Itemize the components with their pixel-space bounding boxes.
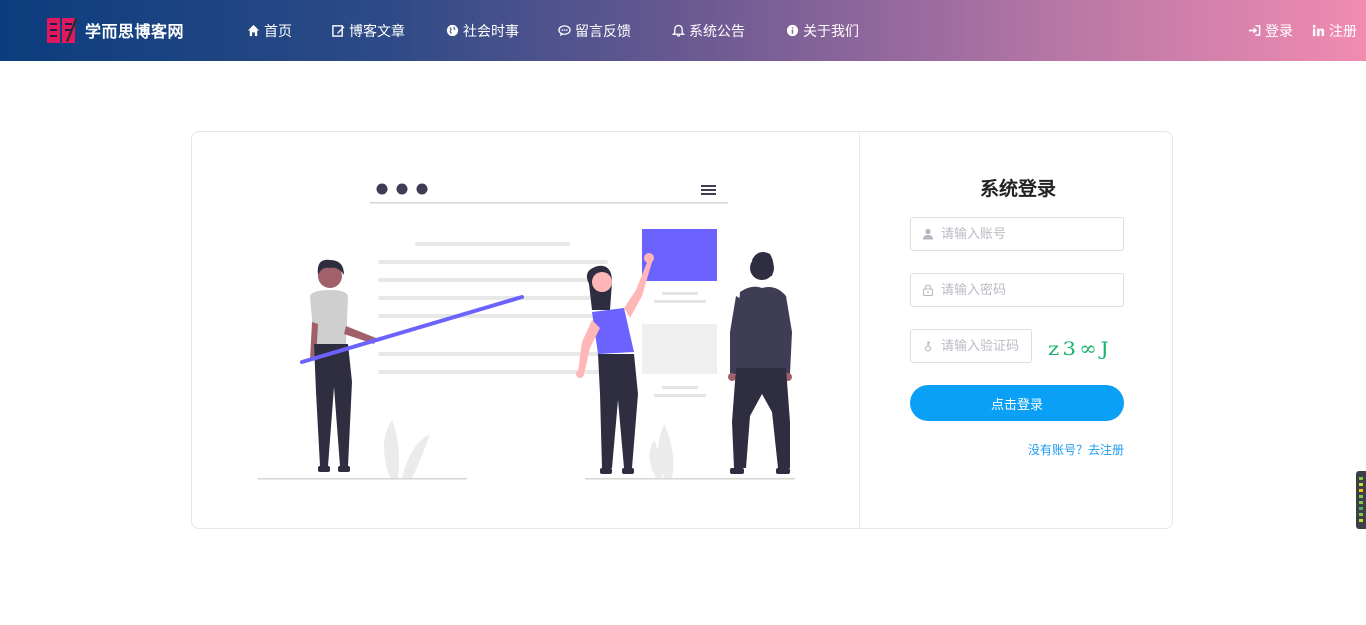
login-card: 系统登录 z3∞J 点击登录 没有账号？去注册	[191, 131, 1173, 529]
home-icon	[247, 24, 260, 37]
nav-about-us[interactable]: 关于我们	[786, 0, 859, 61]
username-field[interactable]	[910, 217, 1124, 251]
nav-home-label: 首页	[264, 23, 292, 40]
captcha-input[interactable]	[941, 338, 1031, 354]
nav-feedback[interactable]: 留言反馈	[558, 0, 631, 61]
side-widget[interactable]	[1356, 471, 1366, 529]
linkedin-icon	[1312, 24, 1325, 37]
brand[interactable]: 学而思博客网	[46, 14, 184, 46]
captcha-field[interactable]	[910, 329, 1032, 363]
edit-icon	[332, 25, 345, 37]
key-icon	[924, 341, 932, 352]
user-icon	[923, 228, 933, 240]
register-link[interactable]: 没有账号？去注册	[1004, 441, 1124, 458]
info-icon	[786, 24, 799, 37]
top-navbar: 学而思博客网 首页 博客文章 社会时事 留言反馈 系统公告 关于我们 登录 注册	[0, 0, 1366, 61]
lock-icon	[922, 284, 934, 296]
login-title: 系统登录	[979, 178, 1056, 200]
nav-announcements-label: 系统公告	[689, 23, 745, 40]
sign-in-icon	[1248, 25, 1261, 36]
nav-login[interactable]: 登录	[1248, 0, 1293, 61]
nav-blog-articles-label: 博客文章	[349, 23, 405, 40]
card-divider	[859, 132, 860, 528]
nav-current-affairs[interactable]: 社会时事	[446, 0, 519, 61]
password-input[interactable]	[941, 282, 1123, 298]
username-input[interactable]	[941, 226, 1123, 242]
login-illustration	[258, 183, 795, 480]
nav-register-label: 注册	[1329, 23, 1357, 40]
password-field[interactable]	[910, 273, 1124, 307]
nav-current-affairs-label: 社会时事	[463, 23, 519, 40]
brand-logo-icon	[47, 17, 77, 43]
login-submit-button[interactable]: 点击登录	[910, 385, 1124, 421]
brand-name: 学而思博客网	[85, 22, 185, 41]
captcha-image[interactable]: z3∞J	[1046, 335, 1116, 361]
nav-register[interactable]: 注册	[1312, 0, 1357, 61]
nav-about-us-label: 关于我们	[803, 23, 859, 40]
comment-icon	[558, 25, 571, 37]
nav-home[interactable]: 首页	[247, 0, 292, 61]
bell-icon	[672, 24, 685, 37]
nav-feedback-label: 留言反馈	[575, 23, 631, 40]
nav-announcements[interactable]: 系统公告	[672, 0, 745, 61]
captcha-text: z3∞J	[1048, 338, 1112, 360]
globe-icon	[446, 24, 459, 37]
nav-blog-articles[interactable]: 博客文章	[332, 0, 405, 61]
nav-login-label: 登录	[1265, 23, 1293, 40]
